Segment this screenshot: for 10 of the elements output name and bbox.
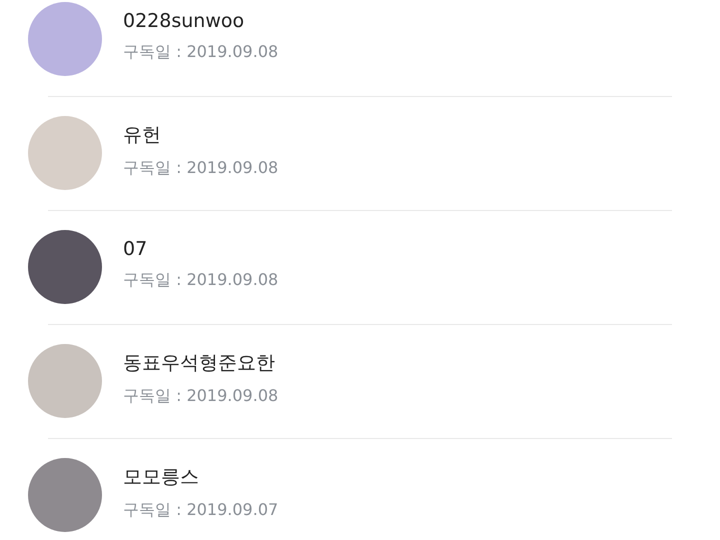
subscription-date: 구독일 : 2019.09.08 [123, 42, 278, 62]
subscription-date: 구독일 : 2019.09.07 [123, 500, 278, 520]
subscriber-name: 유헌 [123, 122, 162, 148]
subscriber-name: 동표우석형준요한 [123, 350, 276, 376]
subscription-date: 구독일 : 2019.09.08 [123, 158, 278, 178]
subscription-date: 구독일 : 2019.09.08 [123, 386, 278, 406]
subscriber-name: 0228sunwoo [123, 10, 246, 32]
subscriber-name: 모모릉스 [123, 464, 200, 490]
subscriber-name: 07 [123, 238, 148, 260]
subscription-date: 구독일 : 2019.09.08 [123, 270, 278, 290]
